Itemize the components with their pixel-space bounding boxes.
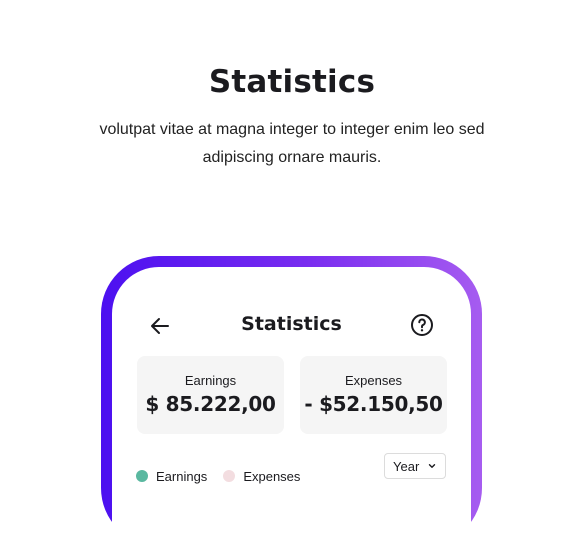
expenses-card: Expenses - $52.150,50: [300, 356, 447, 434]
legend-label-expenses: Expenses: [243, 468, 301, 484]
expenses-label: Expenses: [344, 373, 403, 388]
phone-frame: Statistics Earnings $ 85.222,00 Expenses…: [101, 256, 482, 546]
earnings-label: Earnings: [184, 373, 237, 388]
help-button[interactable]: [410, 313, 434, 337]
legend-label-earnings: Earnings: [156, 468, 208, 484]
page-subtitle: volutpat vitae at magna integer to integ…: [99, 121, 485, 166]
question-circle-icon: [411, 314, 433, 336]
period-select-value: Year: [393, 458, 420, 474]
legend-item-expenses: Expenses: [223, 469, 300, 484]
chart-legend: Earnings Expenses: [136, 466, 316, 486]
phone-screen: Statistics Earnings $ 85.222,00 Expenses…: [112, 267, 471, 546]
earnings-value: $ 85.222,00: [145, 392, 276, 416]
chevron-down-icon: [429, 464, 436, 468]
expenses-value: - $52.150,50: [304, 392, 443, 416]
earnings-dot: [136, 470, 148, 482]
expenses-dot: [223, 470, 236, 482]
period-select[interactable]: Year: [384, 453, 446, 479]
legend-item-earnings: Earnings: [136, 469, 207, 484]
page-title: Statistics: [208, 64, 376, 100]
earnings-card: Earnings $ 85.222,00: [137, 356, 284, 434]
